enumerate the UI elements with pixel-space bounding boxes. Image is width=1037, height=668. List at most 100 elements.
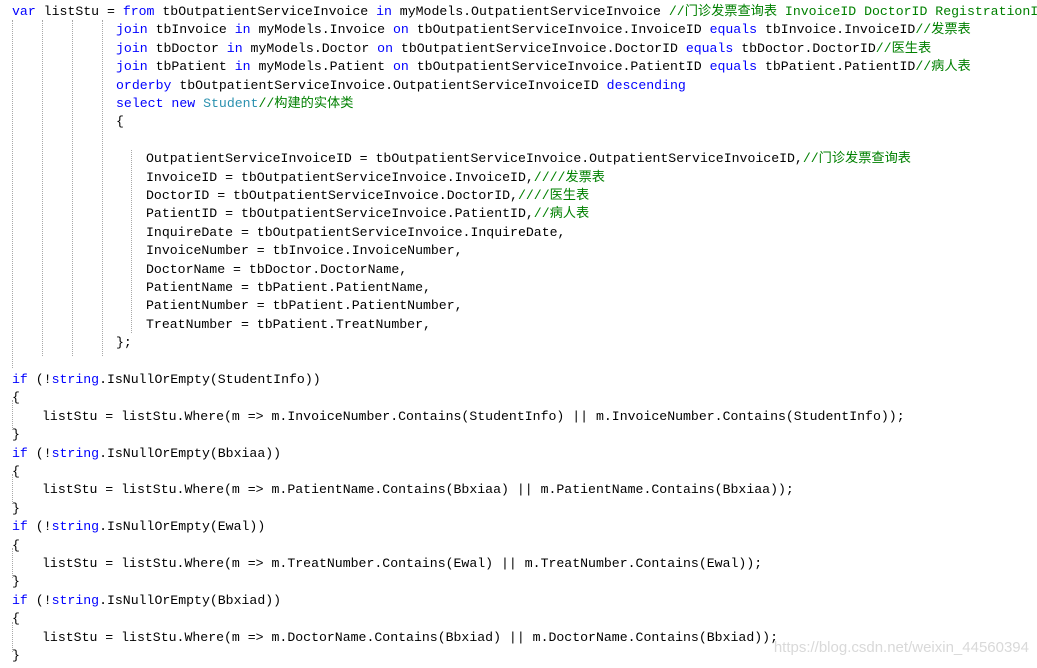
code-token-kw: equals — [685, 40, 734, 56]
code-token-tx: InvoiceID = tbOutpatientServiceInvoice.I… — [146, 169, 534, 185]
code-line[interactable]: var listStu = from tbOutpatientServiceIn… — [12, 3, 1037, 21]
code-line[interactable]: } — [12, 573, 20, 591]
code-token-kw: string — [51, 372, 100, 387]
indent-guide — [12, 20, 13, 368]
code-line[interactable]: { — [12, 463, 20, 481]
code-token-kw: equals — [709, 59, 758, 75]
code-token-tx: OutpatientServiceInvoiceID = tbOutpatien… — [146, 151, 803, 167]
code-token-tx: PatientNumber = tbPatient.PatientNumber, — [146, 298, 463, 314]
code-line[interactable]: if (!string.IsNullOrEmpty(StudentInfo)) — [12, 371, 321, 389]
code-line[interactable]: OutpatientServiceInvoiceID = tbOutpatien… — [146, 150, 911, 168]
code-line[interactable]: join tbPatient in myModels.Patient on tb… — [116, 58, 971, 76]
code-line[interactable]: DoctorName = tbDoctor.DoctorName, — [146, 261, 407, 279]
code-line[interactable]: orderby tbOutpatientServiceInvoice.Outpa… — [116, 77, 686, 95]
code-token-tx: } — [12, 574, 20, 590]
code-token-tx: (! — [27, 372, 52, 387]
code-line[interactable]: { — [12, 537, 20, 555]
code-line[interactable]: if (!string.IsNullOrEmpty(Bbxiaa)) — [12, 445, 281, 463]
code-token-tx: { — [12, 537, 20, 553]
code-token-kw: in — [376, 4, 392, 19]
code-line[interactable]: } — [12, 500, 20, 518]
code-line[interactable]: listStu = listStu.Where(m => m.PatientNa… — [42, 481, 794, 499]
code-token-tx: } — [12, 648, 20, 663]
code-token-kw: string — [51, 445, 100, 461]
code-token-kw: var — [12, 4, 36, 19]
code-token-kw: descending — [606, 77, 686, 93]
code-token-tx: tbOutpatientServiceInvoice.PatientID — [408, 59, 710, 75]
code-line[interactable]: InquireDate = tbOutpatientServiceInvoice… — [146, 224, 565, 242]
code-line[interactable]: } — [12, 647, 20, 665]
code-token-tx: } — [12, 500, 20, 516]
code-token-tx — [195, 96, 203, 111]
code-token-kw: join — [116, 59, 148, 75]
code-line[interactable]: TreatNumber = tbPatient.TreatNumber, — [146, 316, 431, 334]
code-token-kw: from — [122, 4, 155, 19]
code-line[interactable]: PatientID = tbOutpatientServiceInvoice.P… — [146, 205, 589, 223]
code-line[interactable]: DoctorID = tbOutpatientServiceInvoice.Do… — [146, 187, 589, 205]
code-token-kw: equals — [709, 22, 758, 38]
code-line[interactable]: { — [12, 610, 20, 628]
code-line[interactable]: { — [116, 113, 124, 131]
code-token-tx: .IsNullOrEmpty(Bbxiaa)) — [99, 445, 282, 461]
code-token-tx: }; — [116, 335, 132, 351]
code-token-tx: myModels.OutpatientServiceInvoice — [391, 4, 669, 19]
code-token-tx: TreatNumber = tbPatient.TreatNumber, — [146, 316, 431, 332]
code-line[interactable]: listStu = listStu.Where(m => m.TreatNumb… — [42, 555, 762, 573]
code-line[interactable]: listStu = listStu.Where(m => m.DoctorNam… — [42, 629, 778, 647]
code-token-tx: tbInvoice — [147, 22, 235, 38]
code-token-tx: (! — [27, 592, 52, 608]
indent-guide — [72, 20, 73, 356]
code-token-kw: in — [234, 22, 251, 38]
code-line[interactable]: } — [12, 426, 20, 444]
code-line[interactable]: listStu = listStu.Where(m => m.InvoiceNu… — [42, 408, 905, 426]
code-token-cm: //门诊发票查询表 — [802, 151, 911, 167]
code-token-kw: on — [393, 22, 409, 38]
code-token-cm: ////发票表 — [533, 169, 605, 185]
code-token-tx: { — [12, 464, 20, 479]
code-token-tx: InquireDate = tbOutpatientServiceInvoice… — [146, 224, 566, 240]
code-token-tx: listStu = listStu.Where(m => m.InvoiceNu… — [42, 408, 905, 424]
code-token-tx: (! — [27, 519, 52, 535]
code-token-tx: tbOutpatientServiceInvoice.DoctorID — [393, 40, 686, 56]
watermark: https://blog.csdn.net/weixin_44560394 — [773, 639, 1029, 656]
code-token-tx: .IsNullOrEmpty(StudentInfo)) — [99, 372, 321, 387]
code-token-tx: } — [12, 427, 20, 443]
code-token-tx: PatientName = tbPatient.PatientName, — [146, 280, 431, 295]
code-token-tx: tbOutpatientServiceInvoice.OutpatientSer… — [171, 77, 607, 93]
code-token-kw: join — [116, 40, 148, 56]
indent-guide — [102, 20, 103, 356]
code-line[interactable]: InvoiceID = tbOutpatientServiceInvoice.I… — [146, 169, 605, 187]
code-line[interactable]: if (!string.IsNullOrEmpty(Ewal)) — [12, 518, 265, 536]
code-token-tx: tbOutpatientServiceInvoice — [154, 4, 377, 19]
code-token-tx: .IsNullOrEmpty(Ewal)) — [99, 519, 266, 535]
code-token-tx: tbInvoice.InvoiceID — [757, 22, 916, 38]
code-token-tx: { — [116, 114, 124, 130]
code-token-kw: if — [12, 445, 28, 461]
code-token-tx: DoctorID = tbOutpatientServiceInvoice.Do… — [146, 188, 518, 203]
code-token-tx: myModels.Invoice — [250, 22, 393, 38]
code-token-tx: listStu = listStu.Where(m => m.PatientNa… — [42, 482, 794, 498]
code-token-tx: (! — [27, 445, 52, 461]
code-line[interactable]: }; — [116, 334, 132, 352]
code-token-cm: //构建的实体类 — [258, 96, 354, 111]
code-token-cm: ////医生表 — [517, 188, 590, 203]
code-line[interactable]: PatientName = tbPatient.PatientName, — [146, 279, 431, 297]
code-editor[interactable]: var listStu = from tbOutpatientServiceIn… — [0, 0, 1037, 668]
code-line[interactable]: join tbDoctor in myModels.Doctor on tbOu… — [116, 40, 931, 58]
code-token-tx: tbDoctor — [147, 40, 227, 56]
code-token-cm: //病人表 — [915, 59, 971, 75]
code-line[interactable]: InvoiceNumber = tbInvoice.InvoiceNumber, — [146, 242, 463, 260]
code-token-cm: //发票表 — [915, 22, 971, 38]
code-line[interactable]: { — [12, 389, 20, 407]
indent-guide — [131, 150, 132, 333]
code-token-tx: listStu = listStu.Where(m => m.DoctorNam… — [42, 629, 778, 645]
code-line[interactable]: select new Student//构建的实体类 — [116, 95, 353, 113]
code-token-kw: if — [12, 592, 28, 608]
code-token-tx: tbPatient — [147, 59, 235, 75]
code-line[interactable]: PatientNumber = tbPatient.PatientNumber, — [146, 297, 463, 315]
code-token-cm: //医生表 — [875, 40, 932, 56]
code-line[interactable]: if (!string.IsNullOrEmpty(Bbxiad)) — [12, 592, 281, 610]
code-line[interactable]: join tbInvoice in myModels.Invoice on tb… — [116, 21, 971, 39]
code-token-tx: PatientID = tbOutpatientServiceInvoice.P… — [146, 206, 534, 222]
code-token-tx: { — [12, 611, 20, 627]
